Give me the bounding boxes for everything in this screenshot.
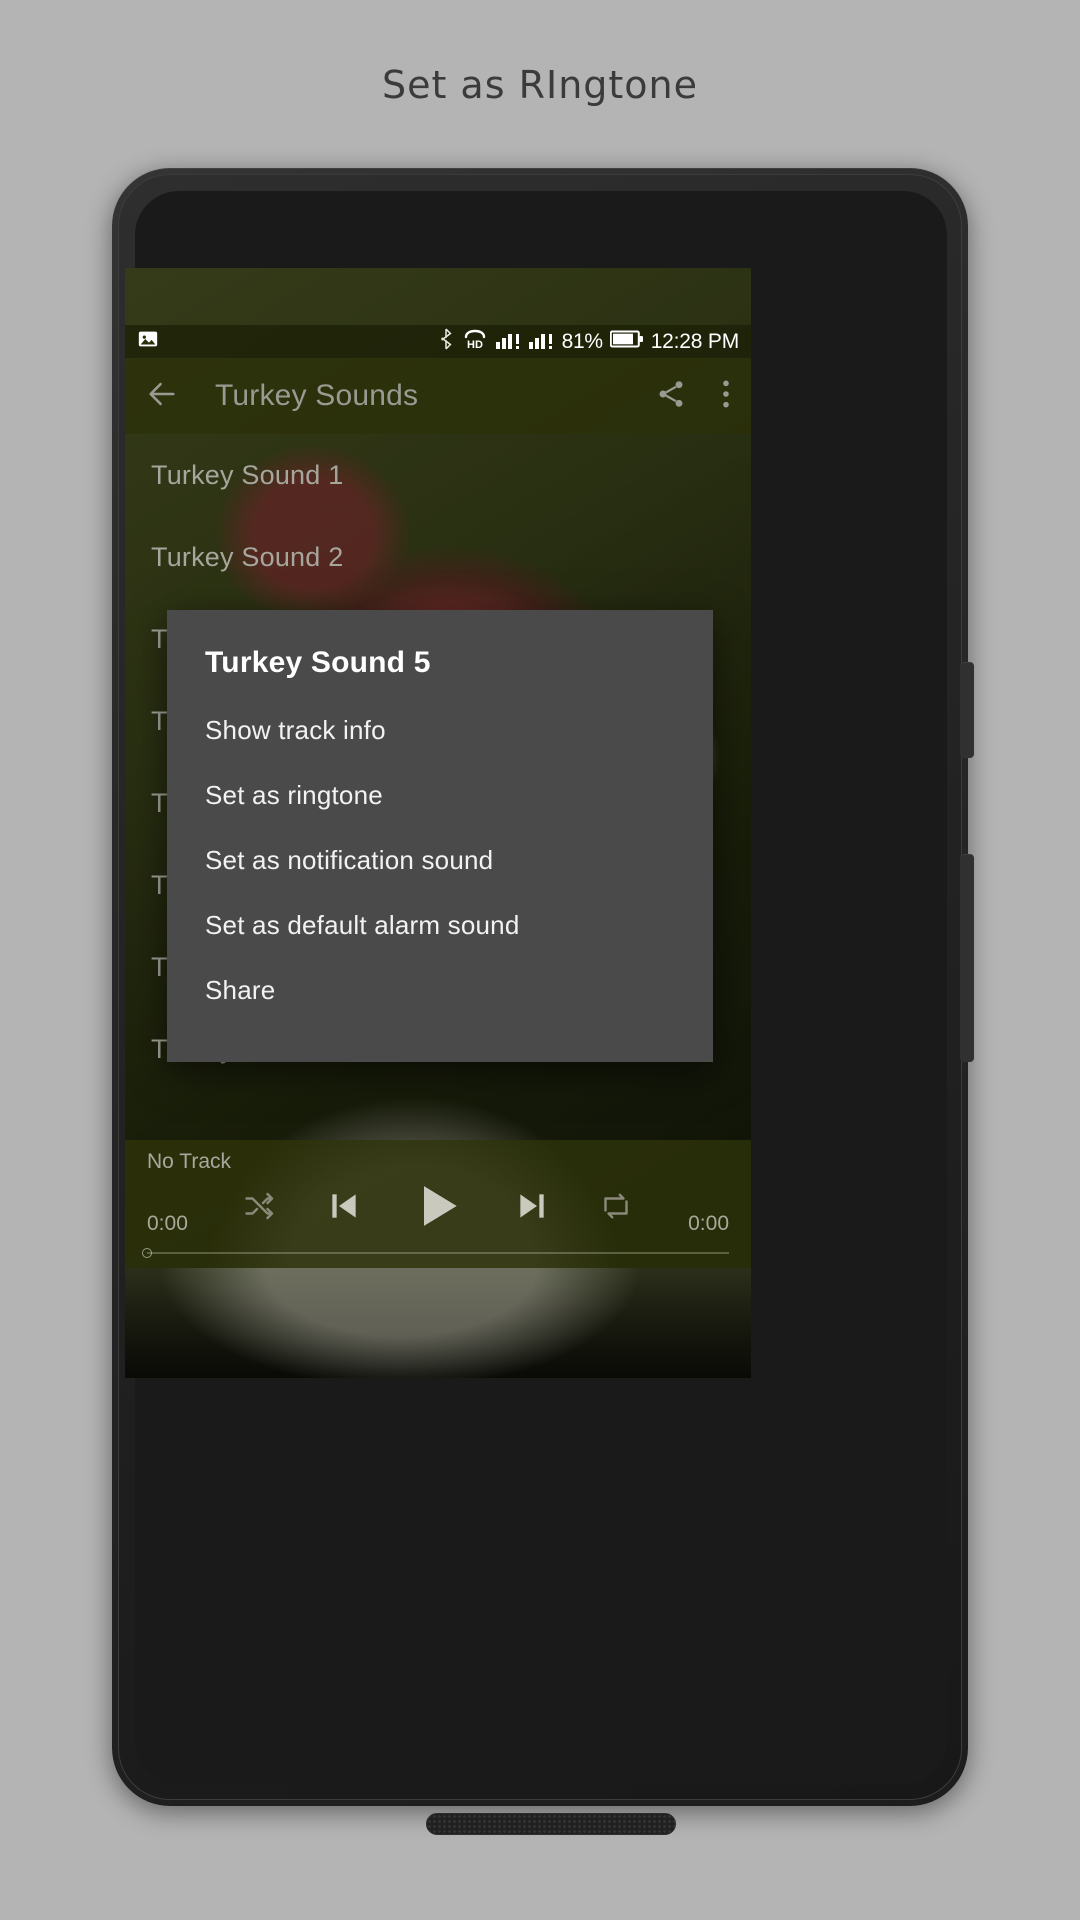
app-bar: Turkey Sounds [125,358,751,434]
page-title: Set as RIngtone [381,63,699,107]
back-arrow-icon[interactable] [145,377,179,416]
status-bar-clock: 12:28 PM [650,329,739,353]
next-track-icon[interactable] [512,1186,552,1231]
list-item[interactable]: Turkey Sound 1 [125,434,751,516]
status-bar-left [137,328,159,356]
dialog-item-set-as-notification-sound[interactable]: Set as notification sound [167,828,713,893]
dialog-title: Turkey Sound 5 [205,646,431,679]
duration-time-label: 0:00 [688,1212,729,1235]
turkey-photo-bottom [125,1268,751,1378]
app-bar-actions [655,378,731,415]
player-controls [125,1178,751,1239]
overflow-menu-icon[interactable] [721,378,731,415]
status-bar: HD 81% 12:28 PM [125,325,751,358]
seek-slider[interactable] [142,1248,729,1258]
elapsed-time-label: 0:00 [147,1212,188,1235]
dialog-item-set-as-default-alarm-sound[interactable]: Set as default alarm sound [167,893,713,958]
list-item[interactable]: Turkey Sound 2 [125,516,751,598]
repeat-icon[interactable] [598,1188,634,1229]
track-label: Turkey Sound 2 [151,541,344,572]
dialog-item-show-track-info[interactable]: Show track info [167,698,713,763]
phone-screen: HD 81% 12:28 PM Turkey Sounds Turkey Sou… [125,268,751,1378]
seek-slider-thumb[interactable] [142,1248,152,1258]
battery-icon [609,330,644,354]
power-button[interactable] [960,662,974,758]
battery-percent-label: 81% [561,329,603,353]
dialog-item-list: Show track info Set as ringtone Set as n… [167,680,713,1023]
signal-bars-icon [528,329,555,355]
bottom-speaker-grille-icon [426,1813,676,1835]
dialog-item-share[interactable]: Share [167,958,713,1023]
player-track-title: No Track [147,1150,232,1173]
app-bar-title: Turkey Sounds [215,379,419,412]
status-bar-right: HD 81% 12:28 PM [438,328,739,356]
bluetooth-icon [438,328,454,356]
volume-button[interactable] [960,854,974,1062]
shuffle-icon[interactable] [242,1188,278,1229]
media-player-bar: No Track 0:00 0:00 [125,1140,751,1268]
hd-voice-icon: HD [461,328,489,356]
dialog-item-set-as-ringtone[interactable]: Set as ringtone [167,763,713,828]
image-notification-icon [137,328,159,356]
context-menu-dialog: Turkey Sound 5 Show track info Set as ri… [167,610,713,1062]
play-icon[interactable] [410,1178,466,1239]
share-icon[interactable] [655,378,687,415]
signal-bars-icon [495,329,522,355]
svg-text:HD: HD [467,339,483,350]
track-label: Turkey Sound 1 [151,459,344,490]
previous-track-icon[interactable] [324,1186,364,1231]
